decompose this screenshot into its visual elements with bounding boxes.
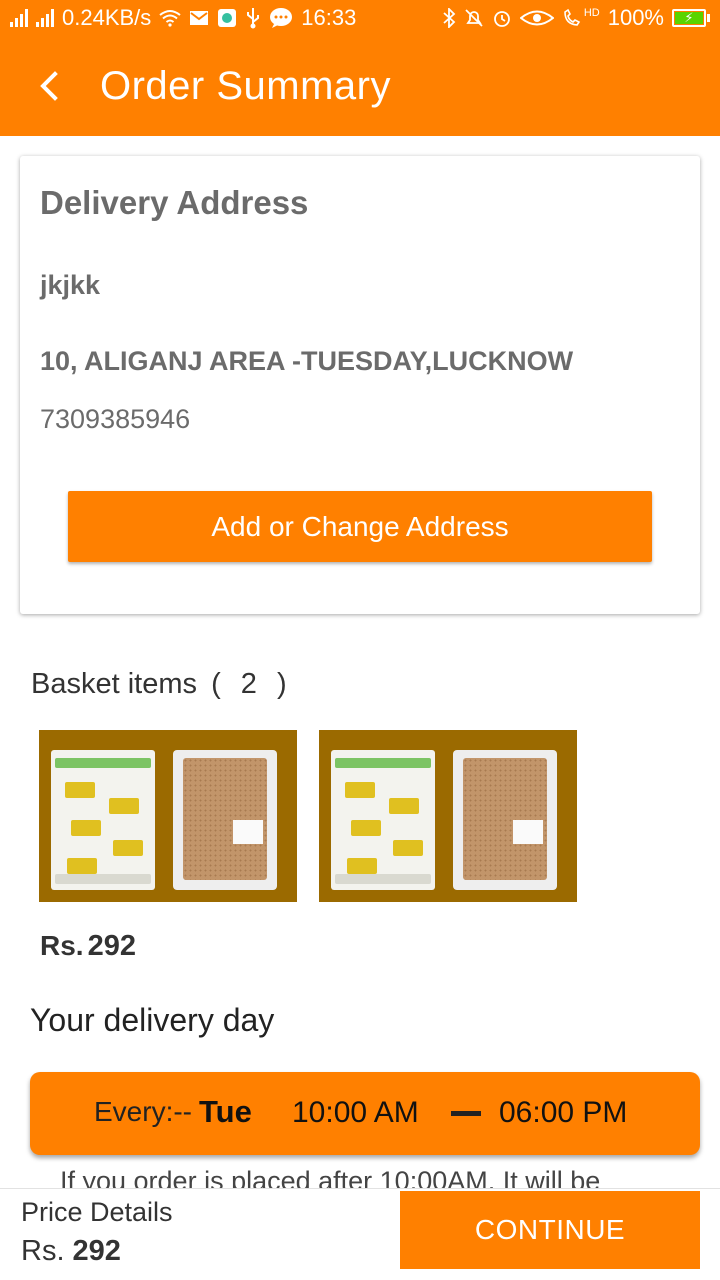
mail-icon [189,10,209,26]
page-title: Order Summary [100,63,391,108]
basket-price: Rs. 292 [40,930,136,963]
basket-price-currency: Rs. [40,930,84,961]
wifi-icon [159,9,181,27]
price-details-currency: Rs. [21,1235,65,1267]
price-details-label: Price Details [21,1197,173,1227]
delivery-address-heading: Delivery Address [40,184,309,221]
app-icon [217,8,237,28]
continue-button[interactable]: CONTINUE [400,1191,700,1269]
basket-count: ( 2 ) [211,668,293,700]
bottom-bar: Price Details Rs. 292 CONTINUE [0,1188,720,1280]
slot-dash-separator [451,1111,481,1116]
bluetooth-icon [442,8,456,28]
status-right: HD 100% ⚡ [442,5,710,31]
delivery-address-card: Delivery Address jkjkk 10, ALIGANJ AREA … [20,156,700,614]
slot-every-label: Every:-- [94,1096,192,1127]
basket-items-heading: Basket items ( 2 ) [31,668,293,701]
bell-off-icon [464,8,484,28]
app-bar: Order Summary [0,36,720,136]
basket-item-image[interactable] [319,730,577,902]
price-details-total: Rs. 292 [21,1235,121,1268]
price-details-amount: 292 [72,1235,121,1267]
chat-icon [269,7,293,29]
battery-icon: ⚡ [672,9,710,27]
network-speed: 0.24KB/s [62,5,152,30]
back-button[interactable] [0,36,100,136]
hd-label: HD [583,7,600,19]
usb-icon [245,7,261,29]
slot-start-time: 10:00 AM [292,1096,419,1129]
add-or-change-address-button[interactable]: Add or Change Address [68,491,652,562]
alarm-icon [492,8,512,28]
signal-icon [36,9,54,27]
basket-heading-label: Basket items [31,668,197,700]
address-name: jkjkk [40,270,101,300]
battery-percent: 100% [607,5,664,30]
status-left: 0.24KB/s 16:33 [10,5,356,31]
chevron-left-icon [40,71,58,101]
slot-end-time: 06:00 PM [499,1096,628,1129]
basket-price-amount: 292 [87,930,136,962]
signal-icon [10,9,28,27]
hd-call-icon: HD [562,8,600,28]
address-line: 10, ALIGANJ AREA -TUESDAY,LUCKNOW [40,346,574,376]
address-phone: 7309385946 [40,404,191,434]
eye-icon [519,9,554,27]
basket-item-image[interactable] [39,730,297,902]
slot-day: Tue [199,1094,252,1129]
delivery-day-heading: Your delivery day [30,1002,275,1038]
delivery-slot-card[interactable]: Every:-- Tue 10:00 AM 06:00 PM [30,1072,700,1155]
status-bar: 0.24KB/s 16:33 HD 100% ⚡ [0,0,720,36]
status-time: 16:33 [301,5,357,30]
